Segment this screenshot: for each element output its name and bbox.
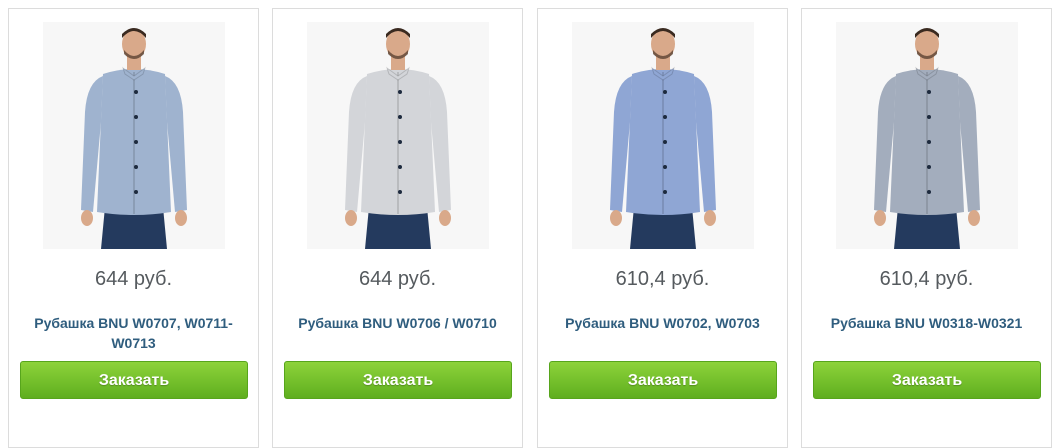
product-title-link[interactable]: Рубашка BNU W0706 / W0710	[285, 313, 510, 333]
product-grid: 644 руб. Рубашка BNU W0707, W0711-W0713 …	[0, 0, 1064, 448]
product-price: 644 руб.	[358, 268, 437, 290]
product-title-link[interactable]: Рубашка BNU W0318-W0321	[814, 313, 1039, 333]
order-button[interactable]: Заказать	[20, 361, 248, 399]
product-title-link[interactable]: Рубашка BNU W0707, W0711-W0713	[21, 313, 246, 353]
product-price: 610,4 руб.	[615, 268, 710, 290]
product-price: 644 руб.	[94, 268, 173, 290]
product-price: 610,4 руб.	[879, 268, 974, 290]
product-card: 610,4 руб. Рубашка BNU W0318-W0321 Заказ…	[801, 8, 1052, 448]
product-card: 644 руб. Рубашка BNU W0707, W0711-W0713 …	[8, 8, 259, 448]
shirt-photo-icon[interactable]	[43, 22, 225, 249]
product-card: 610,4 руб. Рубашка BNU W0702, W0703 Зака…	[537, 8, 788, 448]
shirt-photo-icon[interactable]	[836, 22, 1018, 249]
shirt-photo-icon[interactable]	[307, 22, 489, 249]
order-button[interactable]: Заказать	[549, 361, 777, 399]
order-button[interactable]: Заказать	[284, 361, 512, 399]
product-title-link[interactable]: Рубашка BNU W0702, W0703	[550, 313, 775, 333]
shirt-photo-icon[interactable]	[572, 22, 754, 249]
product-card: 644 руб. Рубашка BNU W0706 / W0710 Заказ…	[272, 8, 523, 448]
order-button[interactable]: Заказать	[813, 361, 1041, 399]
